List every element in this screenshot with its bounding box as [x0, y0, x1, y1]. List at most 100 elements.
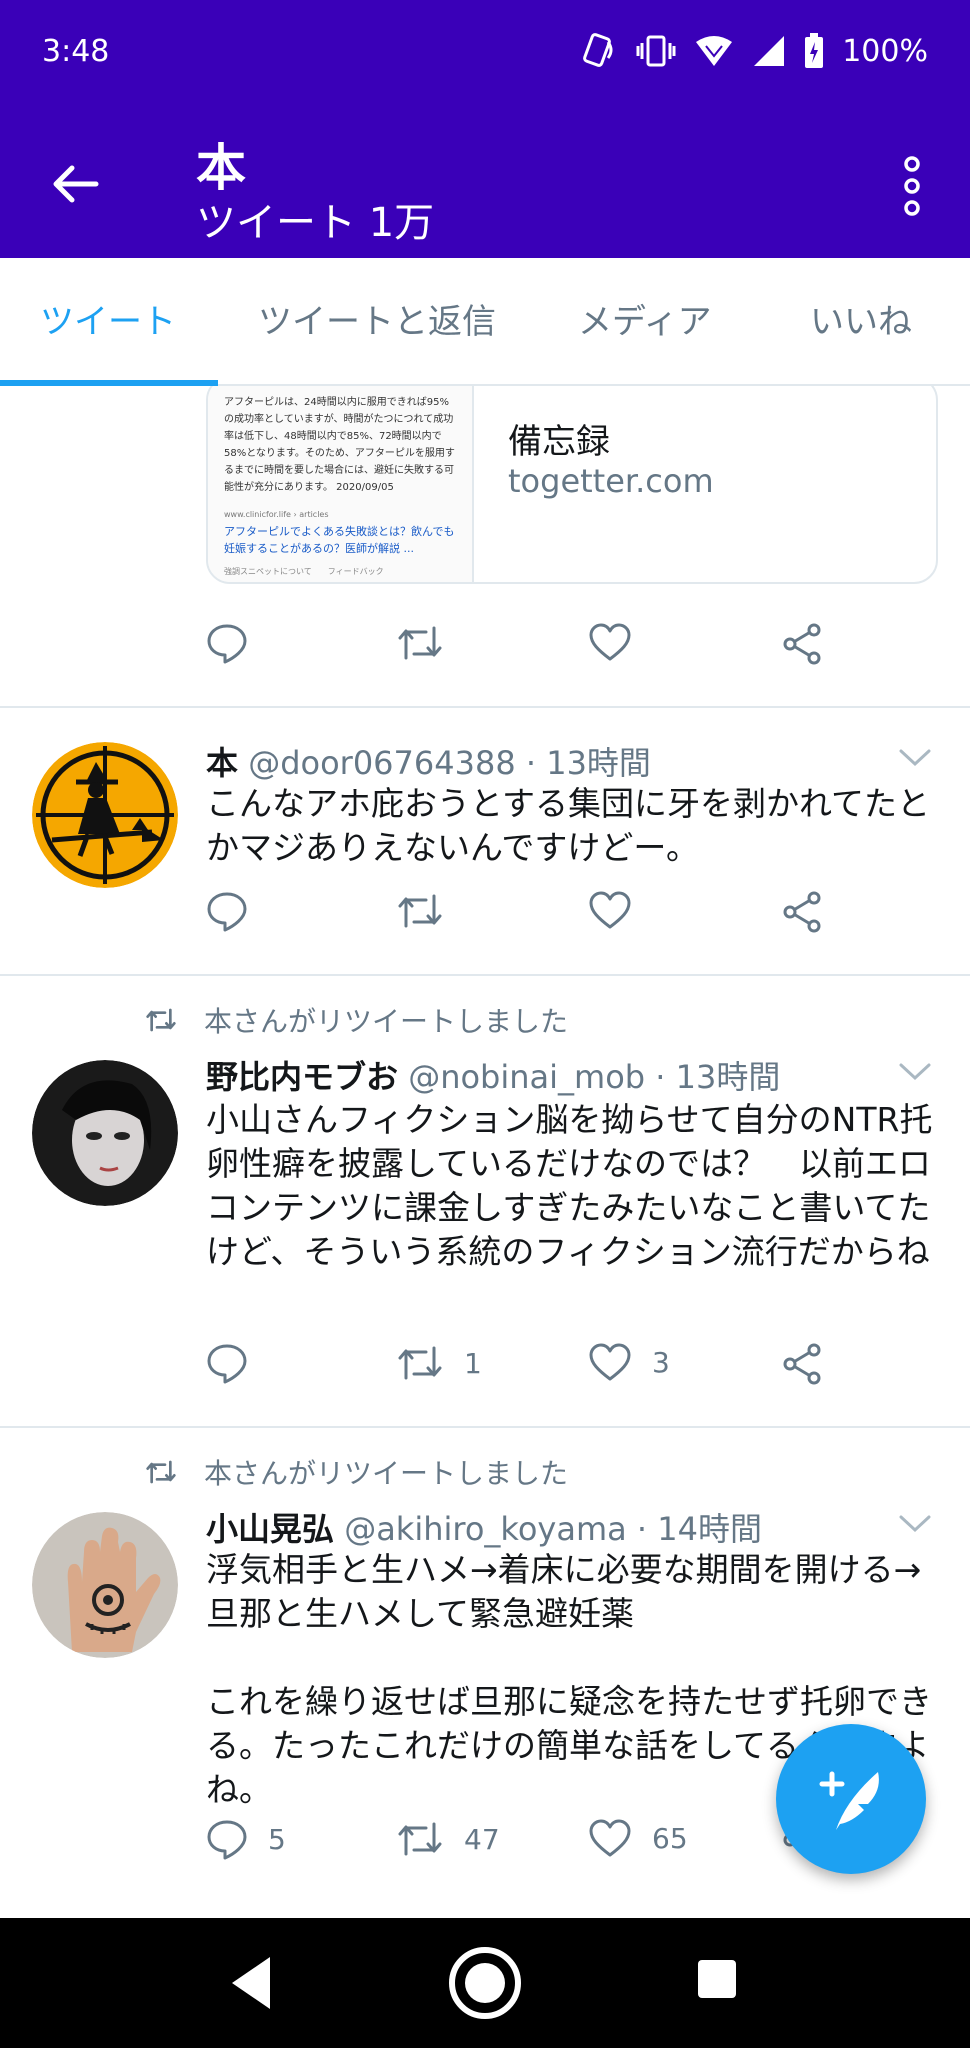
link-card-domain: togetter.com	[508, 462, 714, 500]
more-vert-icon[interactable]	[900, 156, 924, 216]
tweet-actions: 1 3	[206, 1342, 906, 1402]
retweet-count: 47	[464, 1822, 500, 1856]
like-button[interactable]: 65	[588, 1818, 688, 1858]
link-card-title: 備忘録	[508, 422, 610, 462]
retweet-small-icon	[146, 1460, 176, 1484]
face-avatar-image	[32, 1060, 178, 1206]
separator-dot: ·	[525, 744, 537, 782]
retweet-indicator-text: 本さんがリツイートしました	[204, 1005, 569, 1038]
status-bar: 3:48 100%	[0, 0, 970, 108]
tweet-author-name[interactable]: 野比内モブお	[206, 1058, 398, 1096]
like-count: 3	[652, 1345, 670, 1379]
divider	[0, 706, 970, 708]
separator-dot: ·	[655, 1058, 666, 1096]
chevron-down-icon[interactable]	[898, 1514, 932, 1534]
system-nav-bar	[0, 1918, 970, 2048]
like-button[interactable]: 3	[588, 1342, 670, 1382]
divider	[0, 974, 970, 976]
status-icons: 100%	[580, 32, 928, 70]
reply-icon	[207, 1344, 247, 1384]
tweet-count: ツイート 1万	[196, 200, 435, 246]
retweet-icon	[398, 1346, 442, 1380]
tab-tweets[interactable]: ツイート	[40, 258, 176, 386]
tab-tweets-and-replies[interactable]: ツイートと返信	[258, 258, 496, 386]
reply-icon	[207, 892, 247, 932]
share-icon	[783, 891, 821, 933]
like-button[interactable]	[588, 622, 632, 662]
share-icon	[783, 1343, 821, 1385]
vibrate-icon	[636, 35, 676, 67]
status-time: 3:48	[42, 34, 110, 69]
retweet-button[interactable]: 1	[396, 1342, 482, 1384]
tweet-handle[interactable]: @akihiro_koyama	[344, 1510, 627, 1548]
reply-count: 5	[268, 1822, 286, 1856]
tweet-time: 14時間	[657, 1510, 762, 1548]
nav-back-icon[interactable]	[226, 1953, 276, 2013]
retweet-small-icon	[146, 1008, 176, 1032]
avatar-koyama[interactable]	[32, 1512, 178, 1658]
share-button[interactable]	[780, 1342, 824, 1386]
tweet-author-name[interactable]: 本	[206, 744, 238, 782]
wifi-icon	[696, 36, 733, 66]
chevron-down-icon[interactable]	[898, 1062, 932, 1082]
reply-button[interactable]	[206, 1342, 268, 1384]
profile-tabs: ツイート ツイートと返信 メディア いいね	[0, 258, 970, 386]
tweet-handle[interactable]: @door06764388	[248, 744, 516, 782]
tweet-author-name[interactable]: 小山晃弘	[206, 1510, 334, 1548]
nav-recents-icon[interactable]	[696, 1958, 738, 2000]
like-count: 65	[652, 1821, 688, 1855]
reply-button[interactable]: 5	[206, 1818, 286, 1860]
share-button[interactable]	[780, 890, 824, 934]
witch-avatar-image	[32, 742, 178, 888]
share-icon	[783, 623, 821, 665]
like-icon	[589, 1819, 631, 1857]
tweet-text: こんなアホ庇おうとする集団に牙を剥かれてたとかマジありえないんですけどー。	[206, 784, 931, 867]
thumb-text: アフターピルは、24時間以内に服用できれば95%の成功率としていますが、時間がた…	[224, 397, 455, 493]
retweet-indicator: 本さんがリツイートしました	[144, 1452, 568, 1492]
reply-icon	[207, 624, 247, 664]
tweet-handle[interactable]: @nobinai_mob	[408, 1058, 645, 1096]
compose-tweet-button[interactable]	[776, 1724, 926, 1874]
divider	[0, 1426, 970, 1428]
tweet-actions	[206, 890, 906, 950]
timeline[interactable]: アフターピルは、24時間以内に服用できれば95%の成功率としていますが、時間がた…	[0, 386, 970, 1918]
chevron-down-icon[interactable]	[898, 748, 932, 768]
signal-icon	[754, 36, 785, 66]
reply-icon	[207, 1820, 247, 1860]
tweet-text: 小山さんフィクション脳を拗らせて自分のNTR托卵性癖を披露しているだけなのでは？…	[206, 1100, 933, 1271]
reply-button[interactable]	[206, 890, 268, 932]
app-bar: 本 ツイート 1万	[0, 108, 970, 258]
retweet-icon	[398, 1822, 442, 1856]
retweet-button[interactable]	[396, 890, 464, 932]
link-card-thumbnail: アフターピルは、24時間以内に服用できれば95%の成功率としていますが、時間がた…	[208, 386, 474, 582]
battery-percent: 100%	[842, 33, 928, 69]
tweet-header: 本 @door06764388 · 13時間	[206, 738, 651, 784]
retweet-count: 1	[464, 1346, 482, 1380]
tweet-time: 13時間	[675, 1058, 781, 1096]
reply-button[interactable]	[206, 622, 248, 664]
tab-likes[interactable]: いいね	[810, 258, 912, 386]
back-arrow-icon[interactable]	[48, 156, 104, 212]
retweet-icon	[398, 626, 442, 660]
tab-media[interactable]: メディア	[578, 258, 712, 386]
like-button[interactable]	[588, 890, 652, 930]
retweet-button[interactable]	[396, 622, 444, 664]
tweet-actions	[206, 622, 906, 682]
thumb-footer: 強調スニペットについて フィードバック	[224, 567, 384, 576]
thumb-source: www.clinicfor.life › articles	[224, 510, 329, 519]
like-icon	[589, 1343, 631, 1381]
share-button[interactable]	[780, 622, 824, 666]
compose-icon	[819, 1771, 879, 1830]
tweet-header: 野比内モブお @nobinai_mob · 13時間	[206, 1052, 780, 1098]
tweet-header: 小山晃弘 @akihiro_koyama · 14時間	[206, 1504, 762, 1550]
separator-dot: ·	[636, 1510, 648, 1548]
avatar-witch[interactable]	[32, 742, 178, 888]
like-icon	[589, 623, 631, 661]
retweet-button[interactable]: 47	[396, 1818, 500, 1860]
like-icon	[589, 891, 631, 929]
avatar-nobinai[interactable]	[32, 1060, 178, 1206]
nav-home-icon[interactable]	[447, 1945, 523, 2021]
thumb-link: アフターピルでよくある失敗談とは？飲んでも妊娠することがあるの？医師が解説 ..…	[224, 525, 455, 555]
retweet-icon	[398, 894, 442, 928]
link-card[interactable]: アフターピルは、24時間以内に服用できれば95%の成功率としていますが、時間がた…	[206, 386, 938, 584]
